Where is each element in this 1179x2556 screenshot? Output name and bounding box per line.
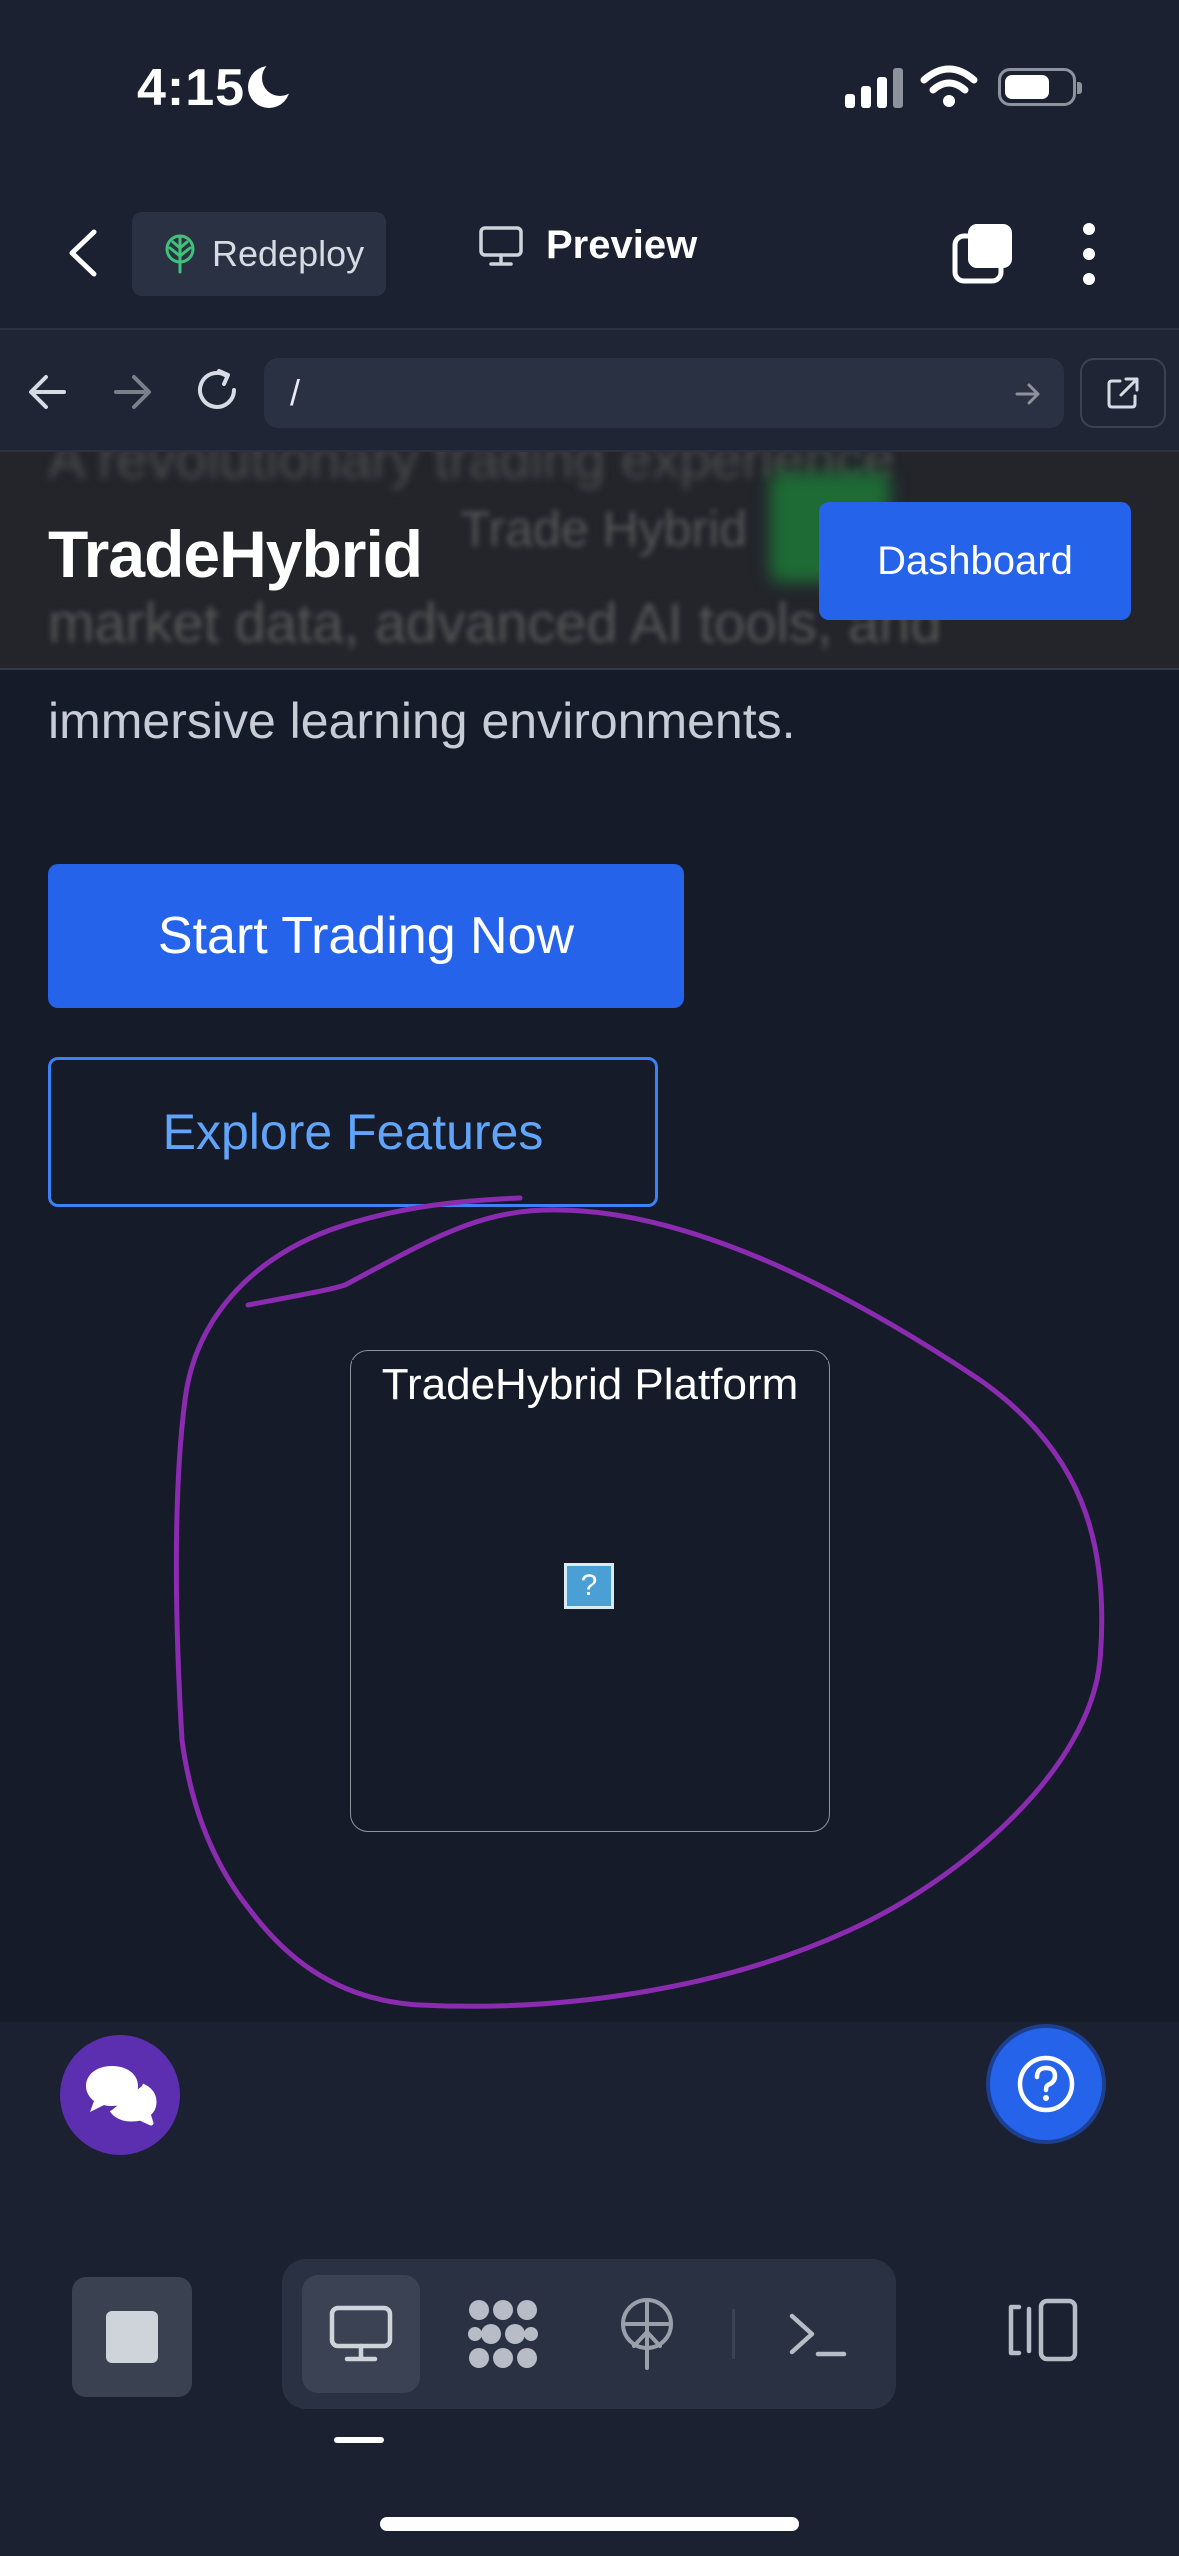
- tool-switcher: [282, 2259, 896, 2409]
- layout-panels-icon[interactable]: [1005, 2297, 1081, 2363]
- monitor-icon: [329, 2305, 393, 2362]
- browser-bar: [0, 330, 1179, 452]
- app-header: Redeploy Preview: [0, 175, 1179, 330]
- site-navbar: A revolutionary trading experience Trade…: [0, 452, 1179, 670]
- tool-deploy[interactable]: [588, 2275, 706, 2393]
- tool-shell[interactable]: [760, 2275, 878, 2393]
- web-preview: A revolutionary trading experience Trade…: [0, 452, 1179, 2022]
- platform-image-alt-text: TradeHybrid Platform: [352, 1360, 828, 1410]
- blurred-background-text: Trade Hybrid: [460, 501, 748, 557]
- chevron-left-icon[interactable]: [62, 228, 106, 278]
- tool-preview[interactable]: [302, 2275, 420, 2393]
- toolbar-divider: [732, 2309, 735, 2359]
- arrow-left-icon[interactable]: [24, 369, 70, 415]
- stop-icon: [106, 2311, 158, 2363]
- external-link-icon: [1107, 377, 1139, 409]
- arrow-right-icon[interactable]: [110, 369, 156, 415]
- explore-features-button[interactable]: Explore Features: [48, 1057, 658, 1207]
- go-arrow-icon[interactable]: [1014, 380, 1042, 408]
- help-button[interactable]: [986, 2024, 1106, 2144]
- battery-icon: [998, 68, 1082, 106]
- reload-icon[interactable]: [192, 365, 242, 415]
- status-time: 4:15: [137, 59, 246, 117]
- url-bar[interactable]: [264, 358, 1064, 428]
- home-indicator: [380, 2517, 799, 2531]
- blurred-background-text: A revolutionary trading experience: [48, 452, 895, 490]
- dashboard-button[interactable]: Dashboard: [819, 502, 1131, 620]
- preview-label: Preview: [546, 223, 698, 267]
- bottom-toolbar: [0, 2215, 1179, 2556]
- hero-description: immersive learning environments.: [48, 693, 796, 749]
- redeploy-button[interactable]: Redeploy: [132, 212, 386, 296]
- monitor-icon: [479, 225, 523, 266]
- site-brand-logo[interactable]: TradeHybrid: [48, 516, 423, 592]
- start-trading-button[interactable]: Start Trading Now: [48, 864, 684, 1008]
- redeploy-label: Redeploy: [212, 233, 365, 274]
- blurred-background-text: market data, advanced AI tools, and: [48, 591, 942, 654]
- chat-button[interactable]: [60, 2035, 180, 2155]
- active-tool-indicator: [334, 2437, 384, 2443]
- grid-dots-icon: [468, 2300, 538, 2368]
- url-input[interactable]: [290, 358, 990, 428]
- status-bar: 4:15: [0, 0, 1179, 175]
- platform-image: TradeHybrid Platform ?: [350, 1350, 830, 1832]
- deploy-tree-icon: [165, 234, 195, 274]
- moon-icon: [248, 60, 298, 108]
- help-circle-icon: [1017, 2055, 1075, 2113]
- tool-workflows[interactable]: [444, 2275, 562, 2393]
- open-external-button[interactable]: [1080, 358, 1166, 428]
- deploy-icon: [621, 2298, 673, 2370]
- terminal-icon: [789, 2313, 847, 2357]
- broken-image-icon: ?: [564, 1563, 614, 1609]
- more-vertical-icon[interactable]: [1072, 221, 1106, 287]
- tabs-icon[interactable]: [952, 222, 1014, 284]
- preview-tab[interactable]: Preview: [478, 223, 697, 268]
- chat-bubbles-icon: [86, 2066, 157, 2126]
- cellular-signal-icon: [845, 68, 903, 108]
- stop-button[interactable]: [72, 2277, 192, 2397]
- wifi-icon: [920, 65, 978, 107]
